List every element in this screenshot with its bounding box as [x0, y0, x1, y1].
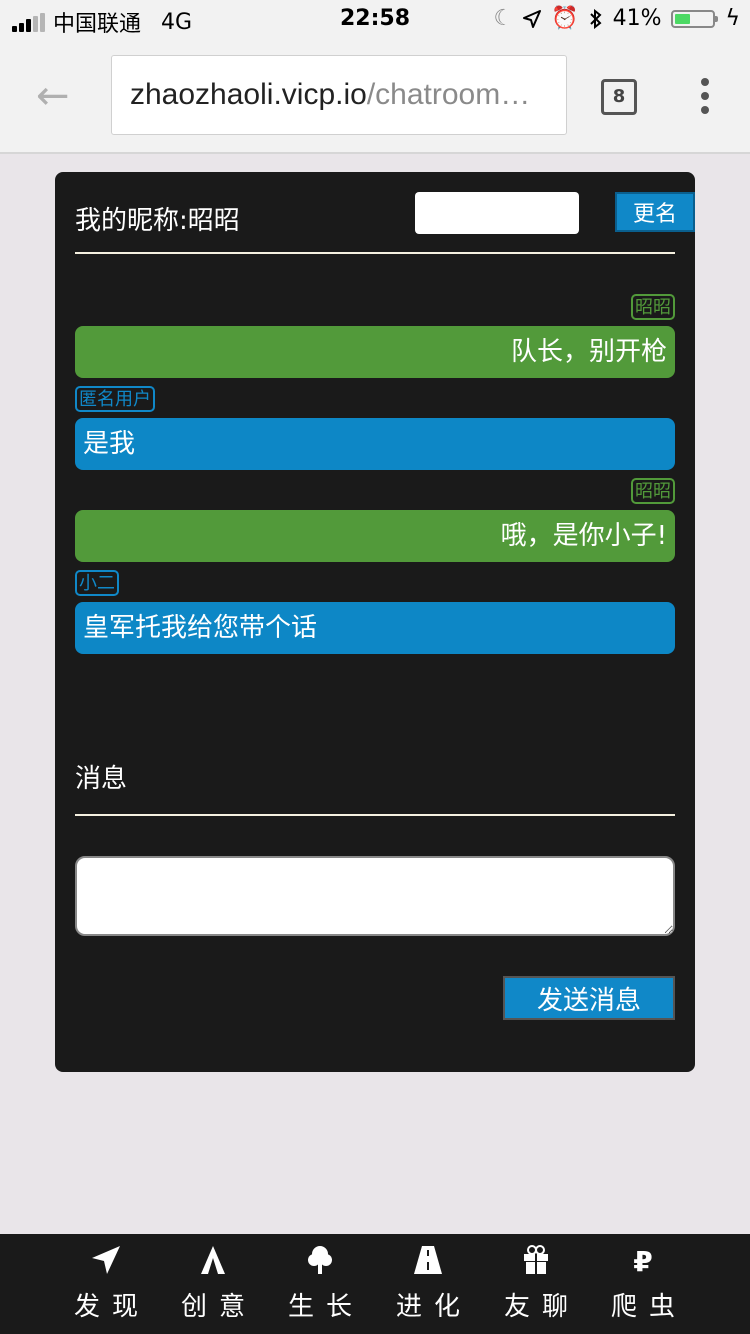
- message-user-tag: 昭昭: [631, 294, 675, 320]
- battery-fill: [675, 13, 691, 24]
- alarm-icon: ⏰: [551, 6, 579, 31]
- message-bubble: 哦，是你小子!: [75, 510, 675, 562]
- road-icon: [374, 1244, 482, 1280]
- bottom-nav: 发现 创意 生长 进化 友聊 ₽ 爬虫: [0, 1234, 750, 1334]
- nav-item-creative[interactable]: 创意: [159, 1244, 267, 1323]
- message-input[interactable]: [75, 856, 675, 936]
- tab-switcher-button[interactable]: 8: [601, 79, 637, 115]
- charging-icon: ϟ: [725, 6, 740, 31]
- nav-item-crawler[interactable]: ₽ 爬虫: [589, 1244, 697, 1323]
- nickname-input[interactable]: [415, 192, 579, 234]
- rename-button[interactable]: 更名: [615, 192, 695, 232]
- nav-label: 友聊: [503, 1292, 580, 1322]
- send-message-button[interactable]: 发送消息: [503, 976, 675, 1020]
- status-right: ☾ ⏰ 41% ϟ: [493, 6, 740, 31]
- back-arrow-icon[interactable]: ←: [36, 76, 70, 116]
- header-divider: [75, 252, 675, 254]
- tent-icon: [159, 1244, 267, 1280]
- tree-icon: [266, 1244, 374, 1280]
- nav-item-growth[interactable]: 生长: [266, 1244, 374, 1323]
- message-label: 消息: [75, 764, 128, 794]
- status-bar: 中国联通 4G 22:58 ☾ ⏰ 41% ϟ: [0, 0, 750, 40]
- nav-label: 发现: [73, 1292, 150, 1322]
- nav-label: 进化: [395, 1292, 472, 1322]
- address-bar[interactable]: zhaozhaoli.vicp.io/chatroom…: [111, 55, 567, 135]
- message-divider: [75, 814, 675, 816]
- message-bubble: 队长，别开枪: [75, 326, 675, 378]
- nav-label: 爬虫: [610, 1292, 687, 1322]
- message-bubble: 皇军托我给您带个话: [75, 602, 675, 654]
- nickname-row: 我的昵称:昭昭 更名: [75, 192, 695, 236]
- bluetooth-icon: [589, 8, 602, 29]
- browser-toolbar: ← zhaozhaoli.vicp.io/chatroom… 8: [0, 40, 750, 154]
- moon-icon: ☾: [493, 6, 514, 31]
- message-user-tag: 昭昭: [631, 478, 675, 504]
- battery-icon: [671, 9, 719, 28]
- message-user-tag: 匿名用户: [75, 386, 155, 412]
- nav-label: 生长: [287, 1292, 364, 1322]
- url-host: zhaozhaoli.vicp.io: [130, 78, 367, 111]
- nav-item-discover[interactable]: 发现: [52, 1244, 160, 1323]
- message-user-tag: 小二: [75, 570, 119, 596]
- more-menu-icon[interactable]: [700, 78, 710, 114]
- battery-percent: 41%: [612, 6, 662, 31]
- ruble-icon: ₽: [633, 1245, 653, 1278]
- message-list[interactable]: 昭昭 队长，别开枪 匿名用户 是我 昭昭 哦，是你小子! 小二 皇军托我给您带个…: [75, 272, 675, 692]
- nickname-label: 我的昵称:昭昭: [75, 206, 240, 236]
- nav-label: 创意: [180, 1292, 257, 1322]
- nav-item-chat[interactable]: 友聊: [482, 1244, 590, 1323]
- chat-panel: 我的昵称:昭昭 更名 昭昭 队长，别开枪 匿名用户 是我 昭昭 哦，是你小子! …: [55, 172, 695, 1072]
- url-path: /chatroom…: [366, 78, 531, 111]
- nav-item-evolve[interactable]: 进化: [374, 1244, 482, 1323]
- gift-icon: [482, 1244, 590, 1280]
- location-arrow-icon: [523, 9, 542, 28]
- message-bubble: 是我: [75, 418, 675, 470]
- paper-plane-icon: [52, 1244, 160, 1280]
